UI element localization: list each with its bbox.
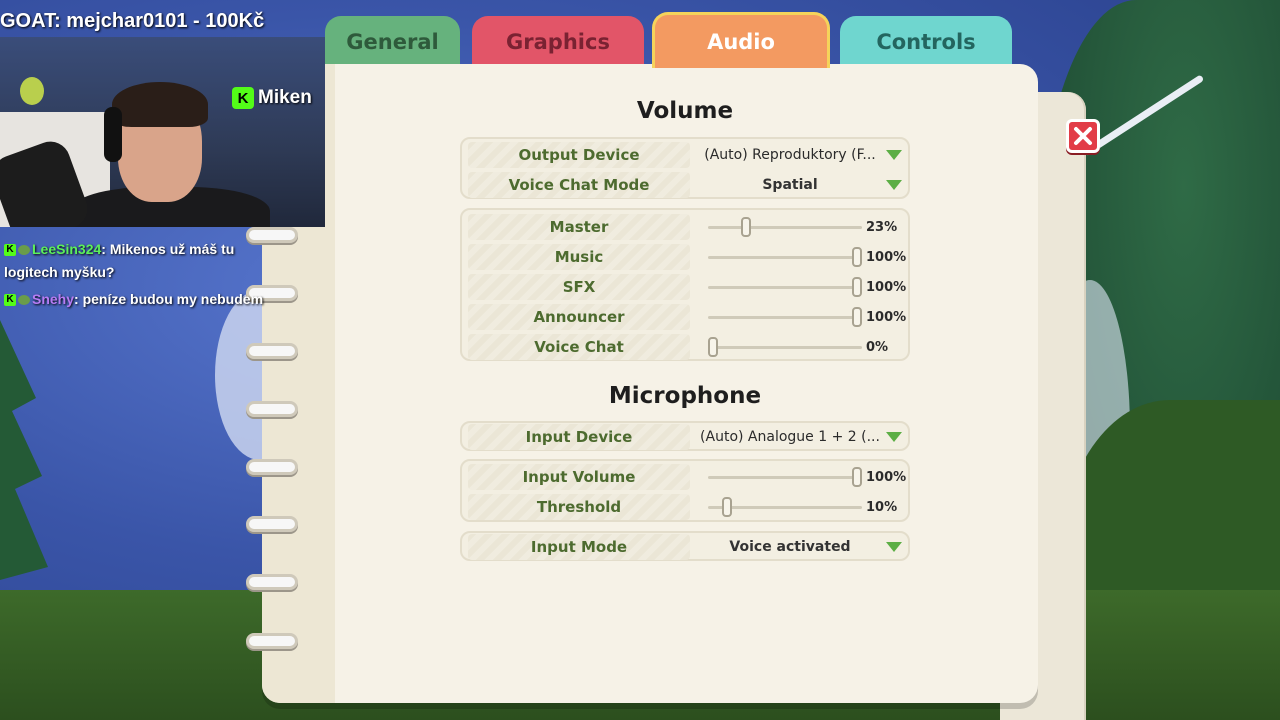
slider-row-music: Music 100%	[468, 244, 907, 270]
slider-knob[interactable]	[852, 467, 862, 487]
kick-logo-icon: K	[4, 244, 16, 257]
kick-logo-icon: K	[232, 87, 254, 109]
music-slider[interactable]	[708, 247, 862, 267]
volume-sliders-panel: Master 23% Music 100% SFX 100% Announcer…	[460, 208, 910, 361]
webcam-overlay: K Miken	[0, 37, 325, 227]
voice-chat-mode-value: Spatial	[762, 177, 818, 193]
close-icon	[1074, 127, 1092, 145]
binder-ring	[246, 633, 298, 649]
input-device-label: Input Device	[468, 424, 690, 450]
input-volume-value: 100%	[866, 469, 907, 485]
sfx-label: SFX	[468, 274, 690, 300]
input-volume-slider[interactable]	[708, 467, 862, 487]
mic-sliders-panel: Input Volume 100% Threshold 10%	[460, 459, 910, 522]
slider-knob[interactable]	[741, 217, 752, 237]
threshold-value: 10%	[866, 499, 898, 515]
slider-knob[interactable]	[852, 247, 862, 267]
input-mode-value: Voice activated	[729, 539, 851, 555]
input-device-dropdown[interactable]: (Auto) Analogue 1 + 2 (...	[698, 424, 904, 450]
headphones-icon	[104, 107, 122, 162]
chat-message: K Snehy: peníze budou my nebudem	[4, 288, 279, 311]
dropdown-arrow-icon	[886, 150, 902, 160]
tab-controls[interactable]: Controls	[840, 16, 1012, 68]
voice-chat-mode-row[interactable]: Voice Chat Mode Spatial	[468, 172, 904, 198]
voice-chat-mode-label: Voice Chat Mode	[468, 172, 690, 198]
chat-message: K LeeSin324: Mikenos už máš tu logitech m…	[4, 238, 279, 284]
sfx-value: 100%	[866, 279, 907, 295]
output-device-row[interactable]: Output Device (Auto) Reproduktory (F...	[468, 142, 904, 168]
dropdown-arrow-icon	[886, 432, 902, 442]
tab-general[interactable]: General	[325, 16, 460, 68]
chat-text: : peníze budou my nebudem	[74, 291, 264, 307]
announcer-value: 100%	[866, 309, 907, 325]
input-device-panel: Input Device (Auto) Analogue 1 + 2 (...	[460, 421, 910, 451]
slider-knob[interactable]	[722, 497, 733, 517]
input-mode-dropdown[interactable]: Voice activated	[698, 534, 904, 560]
emote-icon	[18, 295, 30, 306]
binder-ring	[246, 401, 298, 417]
threshold-slider[interactable]	[708, 497, 862, 517]
output-settings-panel: Output Device (Auto) Reproduktory (F... …	[460, 137, 910, 199]
streamer-name: Miken	[258, 87, 312, 108]
input-mode-panel: Input Mode Voice activated	[460, 531, 910, 561]
announcer-slider[interactable]	[708, 307, 862, 327]
binder-ring	[246, 574, 298, 590]
tab-audio[interactable]: Audio	[652, 12, 830, 68]
slider-knob[interactable]	[852, 277, 862, 297]
slider-knob[interactable]	[708, 337, 718, 357]
chat-username: LeeSin324	[32, 241, 102, 257]
input-device-row[interactable]: Input Device (Auto) Analogue 1 + 2 (...	[468, 424, 904, 450]
close-button[interactable]	[1066, 119, 1100, 153]
goat-banner: GOAT: mejchar0101 - 100Kč	[0, 10, 265, 32]
webcam-streamer-hair	[112, 82, 208, 127]
kick-logo-icon: K	[4, 294, 16, 307]
threshold-label: Threshold	[468, 494, 690, 520]
tab-graphics[interactable]: Graphics	[472, 16, 644, 68]
announcer-label: Announcer	[468, 304, 690, 330]
microphone-title: Microphone	[608, 383, 762, 409]
master-label: Master	[468, 214, 690, 240]
music-label: Music	[468, 244, 690, 270]
voice-chat-label: Voice Chat	[468, 334, 690, 360]
voice-chat-slider[interactable]	[708, 337, 862, 357]
master-value: 23%	[866, 219, 898, 235]
dropdown-arrow-icon	[886, 542, 902, 552]
sfx-slider[interactable]	[708, 277, 862, 297]
slider-knob[interactable]	[852, 307, 862, 327]
dropdown-arrow-icon	[886, 180, 902, 190]
input-mode-row[interactable]: Input Mode Voice activated	[468, 534, 904, 560]
slider-row-master: Master 23%	[468, 214, 904, 240]
output-device-value: (Auto) Reproduktory (F...	[704, 147, 876, 163]
kick-badge: K Miken	[232, 87, 312, 109]
input-device-value: (Auto) Analogue 1 + 2 (...	[700, 429, 880, 445]
emote-icon	[18, 245, 30, 256]
slider-row-voice-chat: Voice Chat 0%	[468, 334, 904, 360]
output-device-dropdown[interactable]: (Auto) Reproduktory (F...	[698, 142, 904, 168]
binder-ring	[246, 516, 298, 532]
binder-ring	[246, 459, 298, 475]
webcam-figurine	[20, 77, 44, 105]
slider-row-announcer: Announcer 100%	[468, 304, 907, 330]
slider-row-input-volume: Input Volume 100%	[468, 464, 907, 490]
binder-ring	[246, 343, 298, 359]
voice-chat-value: 0%	[866, 339, 889, 355]
music-value: 100%	[866, 249, 907, 265]
chat-username: Snehy	[32, 291, 75, 307]
volume-title: Volume	[636, 98, 734, 124]
input-volume-label: Input Volume	[468, 464, 690, 490]
slider-row-sfx: SFX 100%	[468, 274, 907, 300]
voice-chat-mode-dropdown[interactable]: Spatial	[698, 172, 904, 198]
output-device-label: Output Device	[468, 142, 690, 168]
master-slider[interactable]	[708, 217, 862, 237]
slider-row-threshold: Threshold 10%	[468, 494, 904, 520]
input-mode-label: Input Mode	[468, 534, 690, 560]
